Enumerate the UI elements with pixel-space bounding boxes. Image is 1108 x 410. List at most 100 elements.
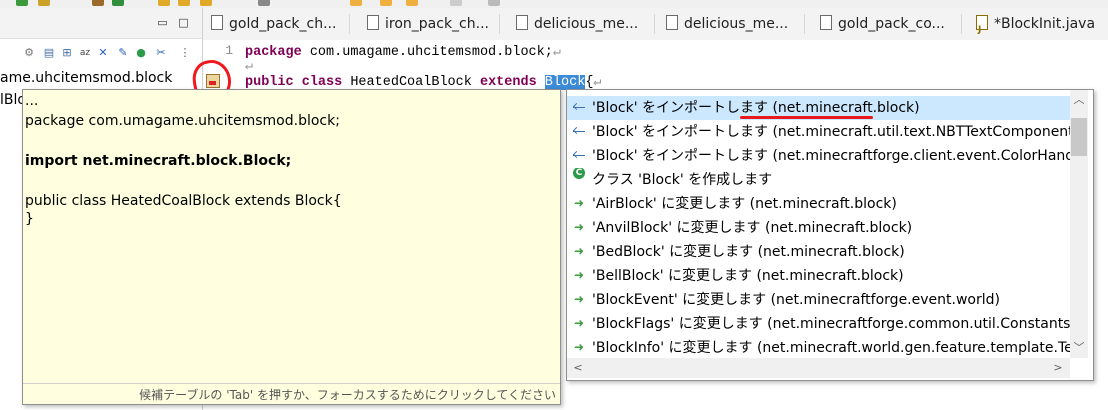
hierarchy-icon[interactable]: ⊞	[60, 46, 74, 60]
code-editor[interactable]: 1 package com.umagame.uhcitemsmod.block;…	[203, 40, 1108, 90]
open-resource-icon[interactable]	[200, 0, 212, 6]
code-line-1[interactable]: package com.umagame.uhcitemsmod.block;↵	[245, 43, 561, 60]
package-icon[interactable]	[92, 0, 104, 6]
tab-blockinit-java[interactable]: *BlockInit.java	[976, 8, 1095, 40]
preview-line: }	[25, 211, 34, 227]
run-icon[interactable]	[16, 0, 28, 6]
tree-item-file[interactable]: lBlo	[0, 90, 22, 110]
perspective-icon[interactable]	[488, 0, 500, 6]
proposal-label: 'Block' をインポートします (net.minecraftforge.cl…	[592, 148, 1073, 164]
line-end-marker: ↵	[245, 59, 254, 74]
code-line-3[interactable]: public class HeatedCoalBlock extends Blo…	[245, 73, 602, 90]
keyword: public	[245, 75, 294, 90]
tab-divider	[961, 14, 962, 34]
tab-divider	[804, 14, 805, 34]
quick-fix-preview[interactable]: ... package com.umagame.uhcitemsmod.bloc…	[22, 89, 561, 405]
tab-delicious-me-2[interactable]: delicious_me...	[666, 8, 788, 40]
quick-fix-proposals[interactable]: 'Block' をインポートします (net.minecraft.block) …	[566, 89, 1094, 381]
chevron-left-icon[interactable]: <	[571, 362, 585, 374]
hide-static-icon[interactable]: ✎	[116, 46, 130, 60]
change-type-icon	[573, 192, 589, 215]
minimize-icon[interactable]: ▭	[157, 17, 168, 28]
open-folder-icon[interactable]	[158, 0, 170, 6]
change-type-icon	[573, 288, 589, 311]
maximize-icon[interactable]: □	[178, 17, 189, 28]
keyword: class	[301, 75, 343, 90]
preview-line: public class HeatedCoalBlock extends Blo…	[25, 193, 342, 209]
hide-nonpublic-icon[interactable]: ●	[134, 46, 148, 60]
proposal-item[interactable]: 'BellBlock' に変更します (net.minecraft.block)	[567, 264, 1073, 288]
proposal-item[interactable]: 'Block' をインポートします (net.minecraftforge.cl…	[567, 144, 1073, 168]
code-line-2[interactable]: ↵	[245, 57, 253, 74]
chevron-right-icon[interactable]: >	[1051, 362, 1065, 374]
file-icon	[820, 15, 832, 30]
tab-label: delicious_me...	[534, 16, 639, 32]
proposal-label: クラス 'Block' を作成します	[592, 172, 773, 188]
proposal-label: 'BlockInfo' に変更します (net.minecraft.world.…	[592, 340, 1073, 356]
new-class-icon[interactable]	[112, 0, 124, 6]
scrollbar-thumb[interactable]	[1071, 118, 1087, 156]
debug-icon[interactable]	[38, 0, 50, 6]
chevron-up-icon[interactable]: ︿	[1072, 94, 1086, 106]
proposal-label: 'BellBlock' に変更します (net.minecraft.block)	[592, 268, 904, 284]
proposal-item[interactable]: 'AirBlock' に変更します (net.minecraft.block)	[567, 192, 1073, 216]
import-icon	[573, 149, 589, 161]
proposal-item[interactable]: 'BlockEvent' に変更します (net.minecraftforge.…	[567, 288, 1073, 312]
change-type-icon	[573, 264, 589, 287]
search-icon[interactable]	[258, 0, 270, 6]
create-class-icon	[573, 168, 589, 185]
tab-iron-pack-ch[interactable]: iron_pack_ch...	[367, 8, 489, 40]
file-icon	[516, 15, 528, 30]
line-end-marker: ↵	[552, 45, 562, 60]
code-text: HeatedCoalBlock	[342, 75, 480, 90]
tab-label: delicious_me...	[684, 16, 789, 32]
file-icon	[367, 15, 379, 30]
proposal-item[interactable]: 'BlockInfo' に変更します (net.minecraft.world.…	[567, 336, 1073, 360]
next-annotation-icon[interactable]	[350, 0, 362, 6]
collapse-all-icon[interactable]: ▤	[42, 46, 56, 60]
hide-local-types-icon[interactable]: ✂	[154, 46, 168, 60]
open-type-icon[interactable]	[178, 0, 190, 6]
preview-status-text: 候補テーブルの 'Tab' を押すか、フォーカスするためにクリックしてください	[139, 388, 556, 402]
proposal-item[interactable]: 'AnvilBlock' に変更します (net.minecraft.block…	[567, 216, 1073, 240]
sort-az-icon[interactable]: az	[78, 46, 92, 60]
prev-annotation-icon[interactable]	[380, 0, 392, 6]
file-icon	[666, 15, 678, 30]
import-icon	[573, 125, 589, 137]
back-icon[interactable]	[406, 0, 418, 6]
annotation-underline	[740, 116, 873, 119]
keyword: package	[245, 45, 302, 60]
package-explorer-toolbar: ⚙ ▤ ⊞ az ✕ ✎ ● ✂ ⋮	[0, 40, 202, 68]
proposal-item[interactable]: 'BlockFlags' に変更します (net.minecraftforge.…	[567, 312, 1073, 336]
proposal-item[interactable]: 'BedBlock' に変更します (net.minecraft.block)	[567, 240, 1073, 264]
selected-text[interactable]: Block	[544, 75, 586, 90]
preview-line: ...	[25, 93, 39, 109]
line-number: 1	[225, 43, 233, 58]
tree-item-package[interactable]: ame.uhcitemsmod.block	[0, 68, 202, 88]
tab-label: gold_pack_ch...	[229, 16, 337, 32]
proposal-label: 'BlockEvent' に変更します (net.minecraftforge.…	[592, 292, 1000, 308]
change-type-icon	[573, 216, 589, 239]
preview-line: package com.umagame.uhcitemsmod.block;	[25, 113, 340, 129]
file-icon	[211, 15, 223, 30]
change-type-icon	[573, 240, 589, 263]
proposals-horizontal-scrollbar[interactable]: < >	[567, 358, 1070, 378]
view-menu-icon[interactable]: ⋮	[178, 46, 192, 60]
package-explorer-header: ▭ □	[0, 8, 202, 39]
proposal-label: 'Block' をインポートします (net.minecraft.util.te…	[592, 124, 1073, 140]
tab-label: *BlockInit.java	[994, 16, 1096, 32]
tab-gold-pack-ch[interactable]: gold_pack_ch...	[211, 8, 336, 40]
tab-delicious-me-1[interactable]: delicious_me...	[516, 8, 638, 40]
forward-icon[interactable]	[450, 0, 462, 6]
tab-divider	[349, 14, 350, 34]
keyword: extends	[479, 75, 537, 90]
tab-gold-pack-co[interactable]: gold_pack_co...	[820, 8, 945, 40]
tab-divider	[499, 14, 500, 34]
link-icon[interactable]: ⚙	[22, 46, 36, 60]
proposal-item[interactable]: 'Block' をインポートします (net.minecraft.util.te…	[567, 120, 1073, 144]
chevron-down-icon[interactable]: ﹀	[1072, 342, 1086, 354]
proposal-item[interactable]: クラス 'Block' を作成します	[567, 168, 1073, 192]
hide-fields-icon[interactable]: ✕	[96, 46, 110, 60]
proposal-label: 'BlockFlags' に変更します (net.minecraftforge.…	[592, 316, 1073, 332]
java-file-icon	[976, 14, 988, 40]
